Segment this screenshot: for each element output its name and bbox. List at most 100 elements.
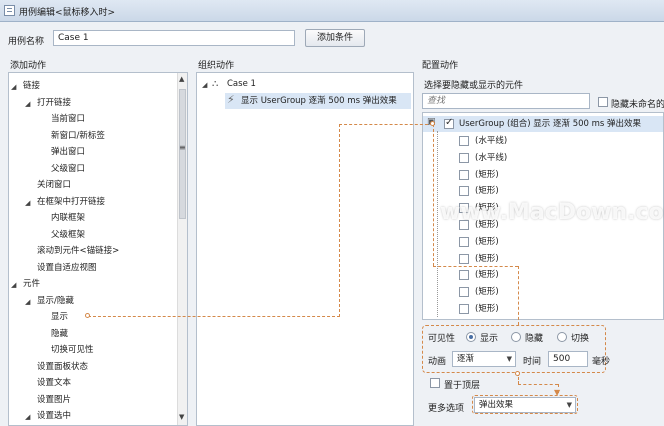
action-tree-item[interactable]: 父级窗口 xyxy=(51,162,85,176)
action-tree-item[interactable]: 设置面板状态 xyxy=(37,360,88,374)
org-action-panel: ◢ ⛬ Case 1 ⚡ 显示 UserGroup 逐渐 500 ms 弹出效果 xyxy=(196,72,414,426)
child-checkbox[interactable] xyxy=(459,270,469,281)
action-tree-item[interactable]: 内联框架 xyxy=(51,211,85,225)
child-widget-item[interactable]: (矩形) xyxy=(475,302,499,316)
visibility-show-label: 显示 xyxy=(480,334,499,344)
add-action-scrollbar[interactable]: ▲ ▼ ≡ xyxy=(177,73,187,425)
action-tree-item[interactable]: 元件 xyxy=(23,277,40,291)
chevron-down-icon: ▼ xyxy=(506,355,512,363)
arrow-down-icon: ▼ xyxy=(554,388,561,397)
action-tree-item[interactable]: 设置文本 xyxy=(37,376,71,390)
config-action-heading: 配置动作 xyxy=(422,61,459,71)
connector-line xyxy=(433,124,434,266)
connector-line xyxy=(88,316,340,317)
child-widget-item[interactable]: (形状) xyxy=(475,319,499,320)
expand-triangle-icon[interactable]: ◢ xyxy=(25,199,30,207)
group-checkbox[interactable] xyxy=(444,117,454,129)
action-tree-item[interactable]: 关闭窗口 xyxy=(37,178,71,192)
action-tree-item[interactable]: 设置图片 xyxy=(37,393,71,407)
chevron-down-icon: ▼ xyxy=(566,401,572,409)
expand-triangle-icon[interactable]: ◢ xyxy=(25,100,30,108)
action-tree-item[interactable]: 设置自适应视图 xyxy=(37,261,97,275)
expand-triangle-icon[interactable]: ◢ xyxy=(11,83,16,91)
bring-front-checkbox[interactable] xyxy=(430,378,440,388)
action-tree-item[interactable]: 设置选中 xyxy=(37,409,71,423)
child-checkbox[interactable] xyxy=(459,253,469,264)
org-case-item[interactable]: Case 1 xyxy=(227,77,256,91)
expand-triangle-icon[interactable]: ◢ xyxy=(202,81,207,89)
action-tree-item[interactable]: 隐藏 xyxy=(51,327,68,341)
visibility-hide-label: 隐藏 xyxy=(525,334,544,344)
child-checkbox[interactable] xyxy=(459,186,469,197)
child-widget-item[interactable]: (水平线) xyxy=(475,151,507,165)
child-checkbox[interactable] xyxy=(459,169,469,180)
connector-dot xyxy=(85,313,90,318)
time-unit: 毫秒 xyxy=(592,357,611,367)
action-tree-item[interactable]: 打开链接 xyxy=(37,96,71,110)
add-action-heading: 添加动作 xyxy=(10,61,47,71)
visibility-show-radio[interactable] xyxy=(466,332,476,342)
connector-line xyxy=(518,384,558,385)
scrollbar-thumb[interactable] xyxy=(179,89,186,219)
case-icon: ⛬ xyxy=(212,79,219,89)
action-tree-item[interactable]: 显示 xyxy=(51,310,68,324)
more-options-label: 更多选项 xyxy=(428,404,465,414)
connector-line xyxy=(433,266,518,267)
action-tree-item[interactable]: 弹出窗口 xyxy=(51,145,85,159)
action-tree-item[interactable]: 显示/隐藏 xyxy=(37,294,74,308)
child-checkbox[interactable] xyxy=(459,287,469,298)
connector-line xyxy=(339,124,340,317)
expand-triangle-icon[interactable]: ◢ xyxy=(25,298,30,306)
scroll-down-icon[interactable]: ▼ xyxy=(179,413,184,421)
hide-unnamed-checkbox[interactable] xyxy=(598,97,608,107)
time-input[interactable] xyxy=(548,351,588,367)
action-tree-item[interactable]: 当前窗口 xyxy=(51,112,85,126)
scroll-up-icon[interactable]: ▲ xyxy=(179,75,184,83)
grip-icon: ≡ xyxy=(179,143,186,152)
expand-triangle-icon[interactable]: ◢ xyxy=(11,281,16,289)
animation-label: 动画 xyxy=(428,357,447,367)
child-widget-item[interactable]: (矩形) xyxy=(475,252,499,266)
child-checkbox[interactable] xyxy=(459,304,469,314)
connector-dot xyxy=(515,371,520,376)
action-tree-item[interactable]: 新窗口/新标签 xyxy=(51,129,105,143)
child-checkbox[interactable] xyxy=(459,236,469,247)
child-widget-item[interactable]: (水平线) xyxy=(475,134,507,148)
org-action-label: 显示 UserGroup 逐渐 500 ms 弹出效果 xyxy=(241,96,397,106)
search-input[interactable] xyxy=(422,93,590,109)
watermark: www.MacDown.com xyxy=(440,200,664,225)
action-tree-item[interactable]: 滚动到元件<锚链接> xyxy=(37,244,119,258)
time-label: 时间 xyxy=(523,357,542,367)
visibility-hide-radio[interactable] xyxy=(511,332,521,342)
child-checkbox[interactable] xyxy=(459,136,469,146)
child-widget-item[interactable]: (矩形) xyxy=(475,235,499,249)
action-tree-item[interactable]: 切换可见性 xyxy=(51,343,94,357)
connector-line xyxy=(339,124,433,125)
action-tree-item[interactable]: 链接 xyxy=(23,79,40,93)
child-checkbox[interactable] xyxy=(459,152,469,163)
case-name-input[interactable] xyxy=(53,30,295,46)
visibility-toggle-radio[interactable] xyxy=(557,332,567,342)
expand-triangle-icon[interactable]: ◢ xyxy=(25,413,30,421)
org-action-heading: 组织动作 xyxy=(198,61,235,71)
connector-dot xyxy=(430,121,435,126)
add-action-panel: ▲ ▼ ≡ ◢ 链接 ◢ 打开链接当前窗口新窗口/新标签 弹出窗口父级窗口关闭窗口 ◢ 在框… xyxy=(8,72,188,426)
animation-select[interactable]: 逐渐 ▼ xyxy=(452,351,516,367)
action-tree-item[interactable]: 在框架中打开链接 xyxy=(37,195,105,209)
org-action-row[interactable]: ⚡ 显示 UserGroup 逐渐 500 ms 弹出效果 xyxy=(225,93,411,109)
visibility-label: 可见性 xyxy=(428,334,456,344)
add-condition-button[interactable]: 添加条件 xyxy=(305,29,365,47)
action-tree-item[interactable]: 父级框架 xyxy=(51,228,85,242)
group-row[interactable]: ▣ UserGroup (组合) 显示 逐渐 500 ms 弹出效果 xyxy=(423,116,663,132)
window-title: 用例编辑<鼠标移入时> xyxy=(19,8,116,18)
connector-line xyxy=(518,266,519,325)
tree-guide-line xyxy=(437,131,438,317)
child-widget-item[interactable]: (矩形) xyxy=(475,168,499,182)
child-widget-item[interactable]: (矩形) xyxy=(475,184,499,198)
child-widget-item[interactable]: (矩形) xyxy=(475,285,499,299)
hide-unnamed-label: 隐藏未命名的 xyxy=(611,100,664,110)
child-widget-item[interactable]: (矩形) xyxy=(475,268,499,282)
more-options-select[interactable]: 弹出效果 ▼ xyxy=(474,397,576,413)
document-icon xyxy=(4,5,15,16)
bring-front-label: 置于顶层 xyxy=(444,381,481,391)
